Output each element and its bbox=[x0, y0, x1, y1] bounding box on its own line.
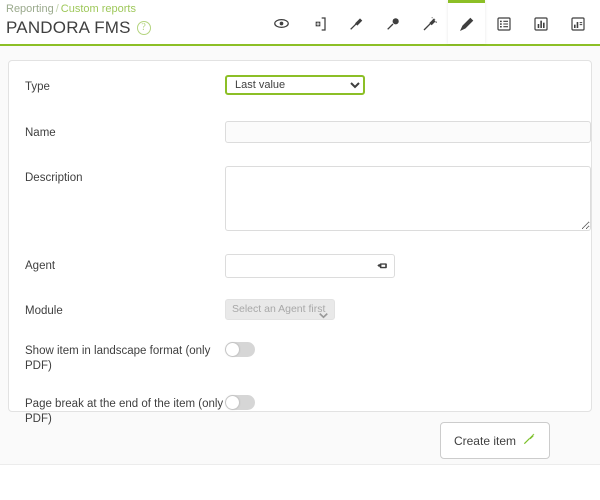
breadcrumb: Reporting / Custom reports bbox=[6, 3, 136, 15]
breadcrumb-separator: / bbox=[55, 3, 59, 15]
field-row-name: Name bbox=[25, 121, 591, 158]
field-landscape bbox=[225, 339, 575, 357]
pin-icon bbox=[348, 16, 364, 32]
name-input[interactable] bbox=[225, 121, 591, 143]
create-item-label: Create item bbox=[453, 433, 516, 448]
thumbtack-icon bbox=[385, 16, 401, 32]
label-page-break: Page break at the end of the item (only … bbox=[25, 398, 224, 425]
field-name bbox=[225, 121, 591, 143]
field-row-type: Type Last value bbox=[25, 75, 575, 113]
wand-icon bbox=[522, 432, 536, 449]
label-name: Name bbox=[25, 127, 56, 139]
item-editor-card: Type Last value Name Description Agent M… bbox=[8, 60, 592, 425]
magic-wand-icon bbox=[422, 16, 438, 32]
tab-view-report[interactable] bbox=[263, 0, 300, 44]
help-circle-icon[interactable]: ? bbox=[136, 21, 151, 35]
bar-chart-icon bbox=[533, 16, 549, 32]
bottom-strip bbox=[0, 464, 600, 500]
module-select-value: Select an Agent first bbox=[232, 303, 326, 315]
field-row-agent: Agent bbox=[25, 254, 575, 291]
create-item-button[interactable]: Create item bbox=[439, 422, 550, 459]
field-description bbox=[225, 166, 591, 236]
pencil-icon bbox=[459, 16, 475, 32]
module-select: Select an Agent first bbox=[225, 299, 335, 320]
tab-list-items[interactable] bbox=[485, 0, 522, 44]
toggle-knob bbox=[226, 343, 239, 356]
agent-input[interactable] bbox=[225, 254, 395, 278]
tab-bar bbox=[263, 0, 596, 44]
tab-graph[interactable] bbox=[522, 0, 559, 44]
description-textarea[interactable] bbox=[225, 166, 591, 231]
field-type: Last value bbox=[225, 75, 575, 95]
label-landscape: Show item in landscape format (only PDF) bbox=[25, 345, 211, 372]
tab-create-report[interactable] bbox=[300, 0, 337, 44]
field-module: Select an Agent first bbox=[225, 299, 575, 320]
label-agent: Agent bbox=[25, 260, 56, 272]
breadcrumb-current[interactable]: Custom reports bbox=[61, 3, 136, 15]
page-body: Type Last value Name Description Agent M… bbox=[0, 46, 600, 464]
page-break-toggle[interactable] bbox=[225, 395, 255, 410]
page-title-text: PANDORA FMS bbox=[6, 18, 131, 37]
agent-input-wrapper bbox=[225, 254, 395, 278]
label-type: Type bbox=[25, 81, 50, 93]
tab-wizard[interactable] bbox=[411, 0, 448, 44]
label-description: Description bbox=[25, 172, 83, 184]
toggle-knob bbox=[226, 396, 239, 409]
page-title: PANDORA FMS? bbox=[6, 18, 151, 38]
field-page-break bbox=[225, 392, 575, 410]
chart-legend-icon bbox=[570, 16, 586, 32]
field-row-landscape: Show item in landscape format (only PDF) bbox=[25, 339, 575, 384]
eye-icon bbox=[273, 15, 290, 32]
field-row-description: Description bbox=[25, 166, 591, 246]
landscape-toggle[interactable] bbox=[225, 342, 255, 357]
label-module: Module bbox=[25, 305, 63, 317]
list-icon bbox=[496, 16, 512, 32]
breadcrumb-parent[interactable]: Reporting bbox=[6, 3, 54, 15]
tab-item-editor[interactable] bbox=[337, 0, 374, 44]
add-box-icon bbox=[311, 16, 327, 32]
field-agent bbox=[225, 254, 575, 278]
tab-edit-report[interactable] bbox=[448, 0, 485, 44]
tab-global-item[interactable] bbox=[374, 0, 411, 44]
agent-picker-icon[interactable] bbox=[376, 259, 389, 272]
chevron-down-icon bbox=[319, 307, 328, 326]
field-row-module: Module Select an Agent first bbox=[25, 299, 575, 331]
page-header: Reporting / Custom reports PANDORA FMS? bbox=[0, 0, 600, 46]
form-footer: Create item bbox=[8, 422, 592, 459]
tab-advanced-options[interactable] bbox=[559, 0, 596, 44]
type-select[interactable]: Last value bbox=[225, 75, 365, 95]
